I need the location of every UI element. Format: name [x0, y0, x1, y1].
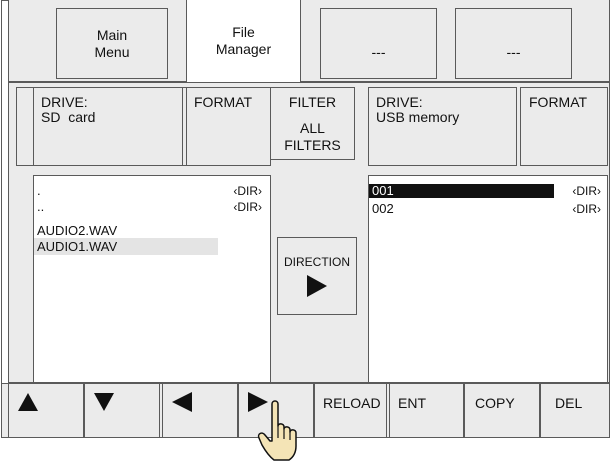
right-drive-selector[interactable]: DRIVE: USB memory	[368, 87, 517, 166]
copy-button[interactable]: COPY	[464, 383, 540, 438]
tab-file-manager[interactable]: File Manager	[186, 0, 301, 82]
up-button[interactable]	[8, 383, 84, 438]
right-drive-label: DRIVE:	[376, 94, 423, 110]
hand-pointer-icon	[257, 400, 297, 461]
tab-main-menu-line1: Main	[96, 26, 128, 43]
left-file-row[interactable]: .	[37, 184, 41, 198]
tab-file-manager-line1: File	[232, 24, 255, 40]
tab-main-menu[interactable]: Main Menu	[56, 8, 168, 79]
tab-empty-2[interactable]: ---	[455, 8, 572, 79]
reload-label: RELOAD	[323, 395, 381, 411]
right-file-list[interactable]: 001 ‹DIR› 002 ‹DIR›	[368, 175, 608, 383]
triangle-left-icon	[172, 391, 192, 412]
right-dir-tag: ‹DIR›	[572, 184, 601, 198]
left-file-row[interactable]: AUDIO1.WAV	[37, 240, 117, 254]
filter-label: FILTER	[288, 93, 337, 110]
left-drive-label: DRIVE:	[41, 94, 88, 110]
left-file-row[interactable]: AUDIO2.WAV	[37, 224, 117, 238]
right-dir-tag: ‹DIR›	[572, 202, 601, 216]
left-drive-selector[interactable]: DRIVE: SD card	[33, 87, 183, 166]
del-button[interactable]: DEL	[540, 383, 610, 438]
left-dir-tag: ‹DIR›	[233, 200, 262, 214]
right-file-row[interactable]: 001	[372, 184, 394, 198]
ent-label: ENT	[398, 395, 426, 411]
left-file-name: AUDIO2.WAV	[37, 223, 118, 238]
left-file-name: .	[37, 183, 41, 198]
tab-file-manager-line2: Manager	[215, 41, 272, 57]
filter-value-line1: ALL	[300, 119, 325, 136]
triangle-down-icon	[94, 392, 114, 411]
copy-label: COPY	[475, 395, 515, 411]
triangle-up-icon	[18, 392, 38, 411]
right-file-name: 002	[372, 201, 394, 216]
left-drive-name: SD card	[41, 109, 96, 125]
tab-empty-2-label: ---	[506, 44, 521, 60]
left-format-label: FORMAT	[194, 94, 253, 110]
tab-main-menu-line2: Menu	[94, 43, 130, 60]
down-button[interactable]	[84, 383, 160, 438]
left-button[interactable]	[162, 383, 238, 438]
ent-button[interactable]: ENT	[389, 383, 464, 438]
right-file-row-selected-highlight	[369, 184, 554, 198]
left-file-name: ..	[37, 199, 45, 214]
filter-button[interactable]: FILTER ALL FILTERS	[270, 87, 355, 160]
right-drive-name: USB memory	[376, 109, 460, 125]
reload-button[interactable]: RELOAD	[314, 383, 387, 438]
right-format-button[interactable]: FORMAT	[520, 87, 608, 166]
left-dir-tag: ‹DIR›	[233, 184, 262, 198]
right-format-label: FORMAT	[529, 94, 588, 110]
direction-button[interactable]: DIRECTION	[277, 237, 357, 315]
del-label: DEL	[555, 395, 583, 411]
filter-value-line2: FILTERS	[284, 136, 341, 153]
left-format-button[interactable]: FORMAT	[186, 87, 271, 166]
right-file-name: 001	[372, 183, 394, 198]
tab-empty-1[interactable]: ---	[320, 8, 437, 79]
left-file-list[interactable]: . ‹DIR› .. ‹DIR› AUDIO2.WAV AUDIO1.WAV	[33, 175, 271, 383]
triangle-right-icon	[307, 275, 327, 297]
tab-empty-1-label: ---	[371, 44, 386, 60]
left-file-name: AUDIO1.WAV	[37, 239, 118, 254]
right-file-row[interactable]: 002	[372, 202, 394, 216]
left-file-row[interactable]: ..	[37, 200, 44, 214]
direction-label: DIRECTION	[284, 255, 350, 269]
